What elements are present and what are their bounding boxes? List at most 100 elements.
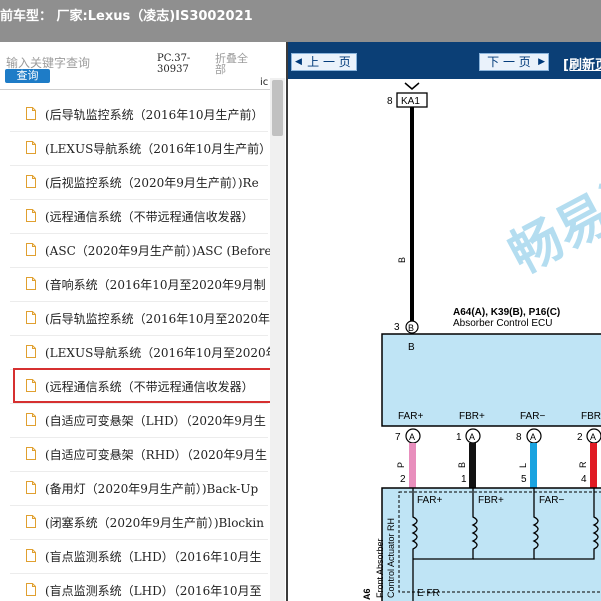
act-term-1: FAR+ bbox=[417, 495, 442, 506]
document-icon bbox=[26, 107, 36, 120]
ecu-connectors: A64(A), K39(B), P16(C) bbox=[453, 307, 560, 318]
document-icon bbox=[26, 583, 36, 596]
ground-label: E FR bbox=[417, 588, 440, 599]
tree-item-label: (ASC（2020年9月生产前）)ASC (Before bbox=[45, 244, 272, 258]
wiring-diagram: 畅易汽 8 KA1 B A64(A), K39(B), P16(C) Absor… bbox=[362, 82, 601, 601]
watermark: 畅易汽 bbox=[500, 160, 601, 284]
tree-item-label: (自适应可变悬架（LHD）（2020年9月生 bbox=[45, 414, 266, 428]
wire-pink bbox=[409, 443, 416, 488]
ecu-name: Absorber Control ECU bbox=[453, 318, 552, 329]
selected-highlight bbox=[13, 368, 273, 403]
prev-page-button[interactable]: ◀ 上 一 页 bbox=[291, 53, 357, 71]
term-name-3: FAR− bbox=[520, 411, 545, 422]
term-name-1: FAR+ bbox=[398, 411, 423, 422]
actuator-label-2: Control Actuator RH bbox=[386, 518, 396, 598]
tree-item[interactable]: (后导轨监控系统（2016年10月生产前） bbox=[10, 98, 268, 132]
sidebar-divider bbox=[0, 89, 270, 90]
act-term-3: FAR− bbox=[539, 495, 564, 506]
column-hint: ic bbox=[260, 77, 269, 88]
connector-pin: 8 bbox=[387, 96, 393, 107]
tree-item[interactable]: (ASC（2020年9月生产前）)ASC (Before bbox=[10, 234, 272, 268]
wire-code-2: B bbox=[457, 462, 467, 468]
next-page-button[interactable]: 下 一 页 ▶ bbox=[479, 53, 549, 71]
tree-item-label: (后导轨监控系统（2016年10月至2020年 bbox=[45, 312, 271, 326]
document-icon bbox=[26, 481, 36, 494]
ecu-conn-letter: B bbox=[408, 323, 414, 333]
document-icon bbox=[26, 549, 36, 562]
term-conn-1: A bbox=[409, 432, 415, 442]
tree-item[interactable]: (自适应可变悬架（LHD）（2020年9月生 bbox=[10, 404, 268, 438]
tree-item-label: (自适应可变悬架（RHD）（2020年9月生 bbox=[45, 448, 267, 462]
wire-code-4: R bbox=[578, 461, 588, 468]
tree-item[interactable]: (盲点监测系统（LHD）（2016年10月至 bbox=[10, 574, 268, 601]
diagram-viewer: ◀ 上 一 页 下 一 页 ▶ [刷新页 畅易汽 8 KA1 B A64(A),… bbox=[288, 42, 601, 601]
document-icon bbox=[26, 277, 36, 290]
term-pin-1: 7 bbox=[395, 432, 401, 443]
document-icon bbox=[26, 209, 36, 222]
tree-item[interactable]: (后导轨监控系统（2016年10月至2020年 bbox=[10, 302, 271, 336]
tree-item-label: (备用灯（2020年9月生产前）)Back-Up bbox=[45, 482, 259, 496]
document-icon bbox=[26, 243, 36, 256]
tree-item[interactable]: (远程通信系统（不带远程通信收发器） bbox=[10, 200, 268, 234]
act-term-2: FBR+ bbox=[478, 495, 504, 506]
tree-item[interactable]: (LEXUS导航系统（2016年10月至2020年 bbox=[10, 336, 278, 370]
tree-item-label: (音响系统（2016年10月至2020年9月制 bbox=[45, 278, 266, 292]
document-icon bbox=[26, 345, 36, 358]
tree-item-label: (远程通信系统（不带远程通信收发器） bbox=[45, 210, 254, 224]
scrollbar-thumb[interactable] bbox=[272, 80, 283, 136]
wire-color-b: B bbox=[397, 257, 407, 263]
tree-item[interactable]: (自适应可变悬架（RHD）（2020年9月生 bbox=[10, 438, 268, 472]
document-icon bbox=[26, 311, 36, 324]
sidebar: 输入关键字查询 查询 PC.37-30937 折叠全部 ic (后导轨监控系统（… bbox=[0, 42, 286, 601]
far-pin-1: 2 bbox=[400, 474, 406, 485]
document-icon bbox=[26, 413, 36, 426]
pc-code: PC.37-30937 bbox=[157, 53, 191, 75]
tree-item[interactable]: (音响系统（2016年10月至2020年9月制 bbox=[10, 268, 268, 302]
term-conn-4: A bbox=[590, 432, 596, 442]
tree-item-label: (盲点监测系统（LHD）（2016年10月生 bbox=[45, 550, 262, 564]
far-pin-2: 1 bbox=[461, 474, 467, 485]
document-icon bbox=[26, 515, 36, 528]
term-conn-3: A bbox=[530, 432, 536, 442]
actuator-code: A6 bbox=[362, 588, 372, 600]
tree-item-label: (闭塞系统（2020年9月生产前）)Blockin bbox=[45, 516, 264, 530]
document-icon bbox=[26, 175, 36, 188]
tree-item[interactable]: (盲点监测系统（LHD）（2016年10月生 bbox=[10, 540, 268, 574]
window-titlebar: 前车型： 厂家:Lexus（凌志)IS3002021 bbox=[0, 0, 601, 42]
ecu-pin: 3 bbox=[394, 322, 400, 333]
tree-item[interactable]: (备用灯（2020年9月生产前）)Back-Up bbox=[10, 472, 268, 506]
document-icon bbox=[26, 447, 36, 460]
term-pin-2: 1 bbox=[456, 432, 462, 443]
wire-black bbox=[469, 443, 476, 488]
tree-item[interactable]: (后视监控系统（2020年9月生产前）)Re bbox=[10, 166, 268, 200]
search-button[interactable]: 查询 bbox=[5, 69, 50, 83]
fold-all-button[interactable]: 折叠全部 bbox=[215, 53, 257, 75]
tree-item[interactable]: (闭塞系统（2020年9月生产前）)Blockin bbox=[10, 506, 268, 540]
sidebar-scrollbar[interactable] bbox=[270, 78, 285, 601]
arrow-right-icon: ▶ bbox=[538, 57, 545, 67]
wire-blue bbox=[530, 443, 537, 488]
viewer-toolbar: ◀ 上 一 页 下 一 页 ▶ [刷新页 bbox=[288, 42, 601, 79]
term-pin-3: 8 bbox=[516, 432, 522, 443]
term-name-4: FBR bbox=[581, 411, 601, 422]
term-pin-4: 2 bbox=[577, 432, 583, 443]
actuator-label-1: Front Absorber bbox=[375, 538, 385, 598]
ecu-b-label: B bbox=[408, 342, 415, 353]
tree-item[interactable]: (LEXUS导航系统（2016年10月生产前） bbox=[10, 132, 272, 166]
chevron-down-icon bbox=[404, 82, 420, 90]
wire-code-3: L bbox=[518, 463, 528, 468]
term-conn-2: A bbox=[469, 432, 475, 442]
tree-item-label: (LEXUS导航系统（2016年10月生产前） bbox=[45, 142, 272, 156]
wire-red bbox=[590, 443, 597, 488]
window-title: 前车型： 厂家:Lexus（凌志)IS3002021 bbox=[0, 9, 253, 24]
term-name-2: FBR+ bbox=[459, 411, 485, 422]
tree-item-label: (后导轨监控系统（2016年10月生产前） bbox=[45, 108, 264, 122]
document-icon bbox=[26, 141, 36, 154]
far-pin-3: 5 bbox=[521, 474, 527, 485]
connector-name: KA1 bbox=[401, 96, 420, 107]
far-pin-4: 4 bbox=[581, 474, 587, 485]
refresh-link[interactable]: [刷新页 bbox=[563, 54, 601, 73]
tree-item-label: (盲点监测系统（LHD）（2016年10月至 bbox=[45, 584, 262, 598]
wire-code-1: P bbox=[396, 462, 406, 468]
tree-item-label: (LEXUS导航系统（2016年10月至2020年 bbox=[45, 346, 278, 360]
